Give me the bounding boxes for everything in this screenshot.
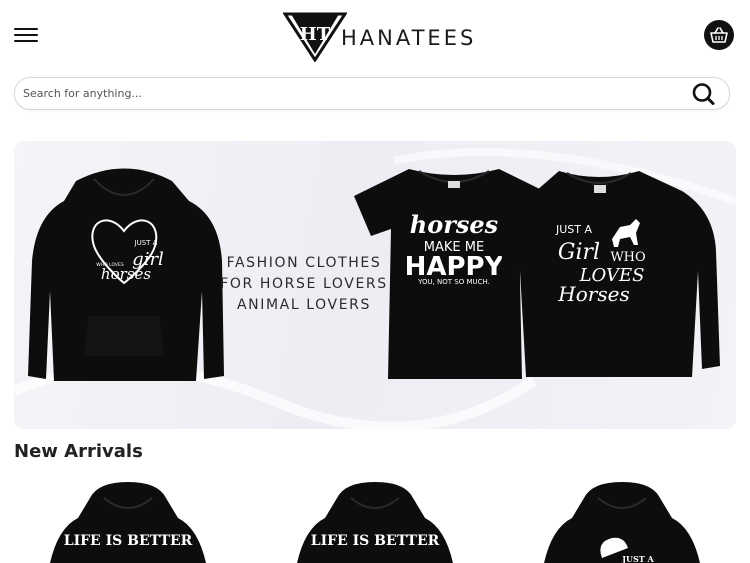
product-card[interactable]: JUST A: [532, 478, 712, 563]
product-card[interactable]: LIFE IS BETTER: [38, 478, 218, 563]
brand-logo[interactable]: HT HANATEES: [283, 10, 476, 62]
hero-banner[interactable]: JUST A girl WHO LOVES horses horses MAKE…: [14, 141, 736, 429]
banner-headline: FASHION CLOTHES FOR HORSE LOVERS ANIMAL …: [219, 253, 389, 316]
svg-text:YOU, NOT SO MUCH.: YOU, NOT SO MUCH.: [417, 278, 490, 286]
site-header: HT HANATEES: [0, 0, 750, 72]
search-icon[interactable]: [691, 82, 717, 106]
new-arrivals-grid: LIFE IS BETTER LIFE IS BETTER JUST A: [0, 478, 750, 563]
product-print-text: JUST A: [622, 554, 654, 563]
hamburger-menu-icon[interactable]: [14, 24, 38, 46]
product-print-text: LIFE IS BETTER: [63, 533, 193, 549]
svg-text:WHO: WHO: [610, 250, 645, 265]
banner-line-3: ANIMAL LOVERS: [237, 297, 371, 313]
svg-text:JUST A: JUST A: [555, 223, 592, 236]
product-card[interactable]: LIFE IS BETTER: [285, 478, 465, 563]
banner-line-1: FASHION CLOTHES: [226, 255, 382, 271]
logo-monogram: HT: [300, 24, 331, 45]
svg-text:horses: horses: [410, 210, 499, 239]
search-input[interactable]: [23, 78, 663, 109]
shopping-basket-icon[interactable]: [704, 20, 734, 50]
svg-text:JUST A: JUST A: [134, 239, 158, 247]
product-print-text: LIFE IS BETTER: [310, 533, 440, 549]
banner-sweatshirt: JUST A Girl WHO LOVES Horses: [498, 171, 720, 377]
new-arrivals-title: New Arrivals: [14, 441, 143, 462]
svg-text:Horses: Horses: [557, 282, 629, 306]
search-bar: [14, 77, 730, 110]
svg-text:horses: horses: [101, 265, 151, 283]
banner-hoodie: JUST A girl WHO LOVES horses: [28, 168, 224, 381]
brand-name: HANATEES: [341, 26, 477, 50]
logo-mark-icon: HT: [283, 12, 347, 62]
svg-text:Girl: Girl: [558, 240, 600, 265]
banner-line-2: FOR HORSE LOVERS: [220, 276, 388, 292]
